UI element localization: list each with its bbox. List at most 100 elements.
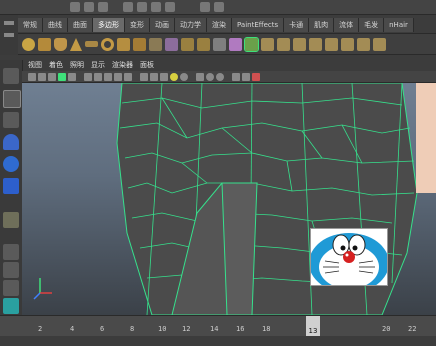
move-tool-icon[interactable]	[3, 134, 19, 150]
shelf-tabs: 常规 曲线 曲面 多边形 变形 动画 动力学 渲染 PaintEffects 卡…	[18, 18, 414, 32]
tab-deformation[interactable]: 变形	[125, 18, 150, 32]
scale-tool-icon[interactable]	[3, 178, 19, 194]
tab-toon[interactable]: 卡通	[284, 18, 310, 32]
time-tick: 22	[408, 325, 417, 333]
tab-surfaces[interactable]: 曲面	[68, 18, 93, 32]
smooth-shade-icon[interactable]	[94, 72, 102, 81]
save-scene-icon[interactable]	[98, 2, 109, 12]
time-tick: 20	[382, 325, 391, 333]
tool-box	[0, 60, 23, 335]
menu-panels[interactable]: 面板	[140, 60, 154, 70]
hud-icon[interactable]	[196, 72, 204, 81]
snap-curve-icon[interactable]	[151, 2, 162, 12]
current-frame-marker[interactable]: 13	[306, 316, 320, 336]
tab-nhair[interactable]: nHair	[384, 18, 414, 32]
poly-torus-icon[interactable]	[101, 37, 114, 51]
paint-select-tool-icon[interactable]	[3, 112, 19, 128]
time-slider[interactable]: 13 2 4 6 8 10 12 14 16 18 20 22	[0, 315, 436, 336]
single-pane-layout-icon[interactable]	[3, 244, 19, 260]
panel-toolbar	[22, 71, 436, 83]
grid-icon[interactable]	[68, 72, 76, 81]
menu-shading[interactable]: 着色	[49, 60, 63, 70]
render-icon[interactable]	[199, 2, 210, 12]
tab-animation[interactable]: 动画	[150, 18, 175, 32]
menu-renderer[interactable]: 渲染器	[112, 60, 133, 70]
insert-edge-loop-icon[interactable]	[325, 37, 338, 51]
gate-mask-icon[interactable]	[242, 72, 250, 81]
separate-icon[interactable]	[197, 37, 210, 51]
poly-cube-icon[interactable]	[38, 37, 51, 51]
wireframe-icon[interactable]	[84, 72, 92, 81]
tab-curves[interactable]: 曲线	[43, 18, 68, 32]
tab-fluids[interactable]: 流体	[334, 18, 360, 32]
select-tool-icon[interactable]	[3, 68, 19, 84]
tab-rendering[interactable]: 渲染	[207, 18, 232, 32]
lasso-tool-icon[interactable]	[3, 90, 21, 108]
tab-fur[interactable]: 毛发	[359, 18, 385, 32]
tab-muscle[interactable]: 肌肉	[309, 18, 335, 32]
select-mode-icon[interactable]	[122, 2, 133, 12]
textured-icon[interactable]	[124, 72, 132, 81]
outliner-layout-icon[interactable]	[3, 280, 19, 296]
new-scene-icon[interactable]	[70, 2, 80, 12]
image-plane-icon[interactable]	[58, 72, 66, 81]
poly-helix-icon[interactable]	[165, 37, 178, 51]
snap-grid-icon[interactable]	[136, 2, 147, 12]
poly-pyramid-icon[interactable]	[133, 37, 146, 51]
light-bulb-icon[interactable]	[170, 72, 178, 81]
shelf-side-handle[interactable]	[0, 15, 18, 55]
mirror-geometry-icon[interactable]	[229, 37, 242, 51]
menu-show[interactable]: 显示	[91, 60, 105, 70]
shelf-options-icon[interactable]	[4, 33, 14, 37]
bridge-icon[interactable]	[261, 37, 274, 51]
menu-lighting[interactable]: 照明	[70, 60, 84, 70]
tab-paint-effects[interactable]: PaintEffects	[232, 18, 285, 32]
poly-pipe-icon[interactable]	[149, 37, 162, 51]
smooth-icon[interactable]	[213, 37, 226, 51]
poly-cone-icon[interactable]	[70, 37, 82, 51]
ipr-render-icon[interactable]	[213, 2, 224, 12]
tab-dynamics[interactable]: 动力学	[175, 18, 207, 32]
combine-icon[interactable]	[181, 37, 194, 51]
ambient-light-icon[interactable]	[216, 72, 224, 81]
shadows-icon[interactable]	[150, 72, 158, 81]
open-scene-icon[interactable]	[84, 2, 95, 12]
camera-attributes-icon[interactable]	[38, 72, 46, 81]
select-camera-icon[interactable]	[28, 72, 36, 81]
poly-sphere-icon[interactable]	[22, 37, 35, 51]
screen-space-ao-icon[interactable]	[160, 72, 168, 81]
time-tick: 4	[70, 325, 75, 333]
time-tick: 18	[262, 325, 271, 333]
xray-icon[interactable]	[114, 72, 122, 81]
use-lights-icon[interactable]	[140, 72, 148, 81]
bevel-icon[interactable]	[357, 37, 370, 51]
time-tick: 16	[236, 325, 245, 333]
append-polygon-icon[interactable]	[277, 37, 290, 51]
time-tick: 12	[182, 325, 191, 333]
offset-edge-loop-icon[interactable]	[341, 37, 354, 51]
split-polygon-icon[interactable]	[309, 37, 322, 51]
menu-view[interactable]: 视图	[28, 60, 42, 70]
tab-general[interactable]: 常规	[18, 18, 43, 32]
time-tick: 6	[100, 325, 105, 333]
rotate-tool-icon[interactable]	[3, 156, 19, 172]
merge-icon[interactable]	[373, 37, 386, 51]
field-chart-icon[interactable]	[252, 72, 260, 81]
four-pane-layout-icon[interactable]	[3, 262, 19, 278]
poly-prism-icon[interactable]	[117, 37, 130, 51]
wireframe-on-shaded-icon[interactable]	[104, 72, 112, 81]
bookmark-icon[interactable]	[48, 72, 56, 81]
graph-editor-layout-icon[interactable]	[3, 298, 19, 314]
shelf-menu-icon[interactable]	[4, 21, 14, 25]
fill-hole-icon[interactable]	[293, 37, 306, 51]
resolution-gate-icon[interactable]	[232, 72, 240, 81]
tab-polygons[interactable]: 多边形	[93, 18, 125, 32]
isolate-select-icon[interactable]	[180, 72, 188, 81]
poly-plane-icon[interactable]	[85, 41, 98, 47]
extrude-icon[interactable]	[244, 36, 259, 52]
poly-cylinder-icon[interactable]	[54, 37, 67, 51]
reference-image-skin	[416, 83, 436, 193]
last-tool-icon[interactable]	[3, 212, 19, 228]
material-ball-icon[interactable]	[206, 72, 214, 81]
snap-point-icon[interactable]	[165, 2, 176, 12]
